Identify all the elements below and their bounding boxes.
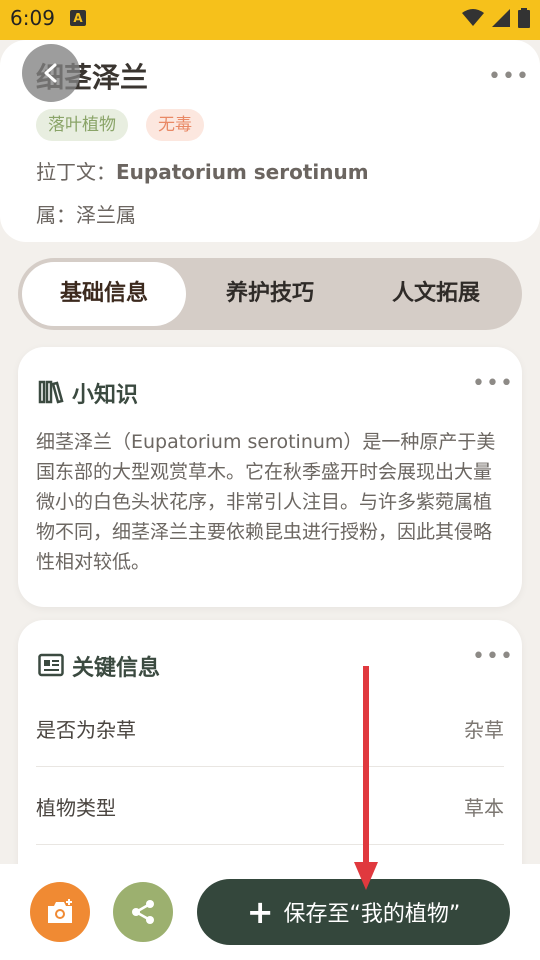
books-icon [38,380,64,404]
bottom-action-bar: + 保存至“我的植物” [0,864,540,960]
tab-basic-info[interactable]: 基础信息 [22,262,186,326]
row-value-weed: 杂草 [464,718,504,742]
camera-button[interactable] [30,882,90,942]
tab-culture[interactable]: 人文拓展 [354,262,518,326]
key-info-more-icon[interactable]: ••• [472,644,514,669]
tab-bar: 基础信息 养护技巧 人文拓展 [18,258,522,330]
plus-icon: + [246,893,274,931]
header-more-icon[interactable]: ••• [488,64,530,89]
status-icons [462,8,530,28]
latin-name-line: 拉丁文：Eupatorium serotinum [36,156,369,185]
table-row: 是否为杂草 杂草 [36,688,504,767]
latin-label: 拉丁文： [36,160,116,184]
status-bar: 6:09 A [0,0,540,40]
knowledge-card: 小知识 ••• 细茎泽兰（Eupatorium serotinum）是一种原产于… [18,347,522,607]
key-info-card-title: 关键信息 [72,656,161,681]
battery-icon [518,8,530,28]
tab-care-tips[interactable]: 养护技巧 [188,262,352,326]
share-icon [132,900,154,924]
knowledge-card-title: 小知识 [72,383,139,408]
genus-value: 泽兰属 [76,203,136,227]
tag-deciduous: 落叶植物 [36,109,128,141]
back-button[interactable] [22,44,80,102]
notification-icon: A [70,10,86,26]
row-value-plant-type: 草本 [464,796,504,820]
wifi-icon [462,9,484,26]
knowledge-text: 细茎泽兰（Eupatorium serotinum）是一种原产于美国东部的大型观… [36,431,496,573]
signal-icon [492,9,510,27]
genus-line: 属：泽兰属 [36,199,136,228]
save-button-label: 保存至“我的植物” [283,902,461,927]
genus-label: 属： [36,203,76,227]
status-time: 6:09 [10,6,55,30]
latin-name: Eupatorium serotinum [116,160,369,184]
row-label-plant-type: 植物类型 [36,796,116,820]
back-icon [44,63,57,83]
id-card-icon [38,653,64,677]
red-arrow-annotation [354,666,378,890]
knowledge-more-icon[interactable]: ••• [472,371,514,396]
table-row: 植物类型 草本 [36,766,504,845]
share-button[interactable] [113,882,173,942]
row-label-weed: 是否为杂草 [36,718,136,742]
camera-icon [48,899,72,923]
tag-nontoxic: 无毒 [146,109,204,141]
